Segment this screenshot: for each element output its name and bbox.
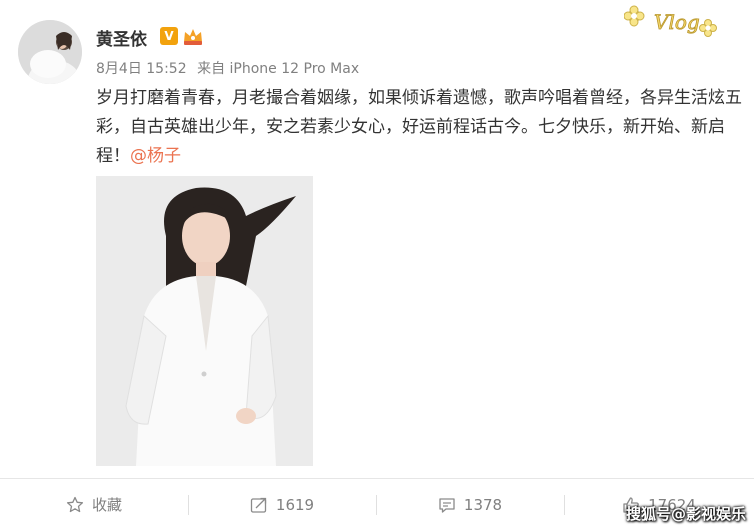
post-meta: 8月4日 15:52 来自 iPhone 12 Pro Max bbox=[96, 58, 365, 78]
repost-count: 1619 bbox=[275, 495, 315, 514]
vlog-sticker: Vlog bbox=[624, 5, 717, 37]
repost-button[interactable]: 1619 bbox=[188, 479, 376, 530]
repost-icon bbox=[250, 497, 267, 513]
avatar-image bbox=[18, 20, 82, 84]
vlog-sticker-text: Vlog bbox=[654, 10, 700, 34]
post-content: 岁月打磨着青春，月老撮合着姻缘，如果倾诉着遗憾，歌声吟唱着曾经，各异生活炫五彩，… bbox=[96, 84, 746, 171]
author-name[interactable]: 黄圣依 bbox=[96, 25, 147, 50]
comment-count: 1378 bbox=[463, 495, 503, 514]
post-time[interactable]: 8月4日 15:52 bbox=[96, 61, 187, 77]
post-image-art bbox=[96, 176, 313, 466]
post-text: 岁月打磨着青春，月老撮合着姻缘，如果倾诉着遗憾，歌声吟唱着曾经，各异生活炫五彩，… bbox=[96, 88, 742, 166]
action-separator bbox=[376, 495, 377, 515]
favorite-label: 收藏 bbox=[91, 496, 122, 514]
vip-crown-icon bbox=[184, 29, 202, 45]
mention-link[interactable]: @杨子 bbox=[130, 146, 181, 166]
watermark: 搜狐号@影视娱乐 bbox=[625, 505, 746, 523]
comment-button[interactable]: 1378 bbox=[376, 479, 564, 530]
action-separator bbox=[188, 495, 189, 515]
verified-icon: V bbox=[160, 27, 178, 45]
comment-icon bbox=[439, 497, 455, 513]
favorite-button[interactable]: 收藏 bbox=[0, 479, 188, 530]
post-source: 来自 iPhone 12 Pro Max bbox=[197, 61, 360, 77]
action-separator bbox=[564, 495, 565, 515]
avatar[interactable] bbox=[18, 20, 82, 84]
star-icon bbox=[66, 496, 84, 512]
post-image[interactable] bbox=[96, 176, 313, 466]
weibo-post: 黄圣依 V 8月4日 15:52 来自 iPhone 12 Pro Max Vl… bbox=[0, 0, 754, 530]
